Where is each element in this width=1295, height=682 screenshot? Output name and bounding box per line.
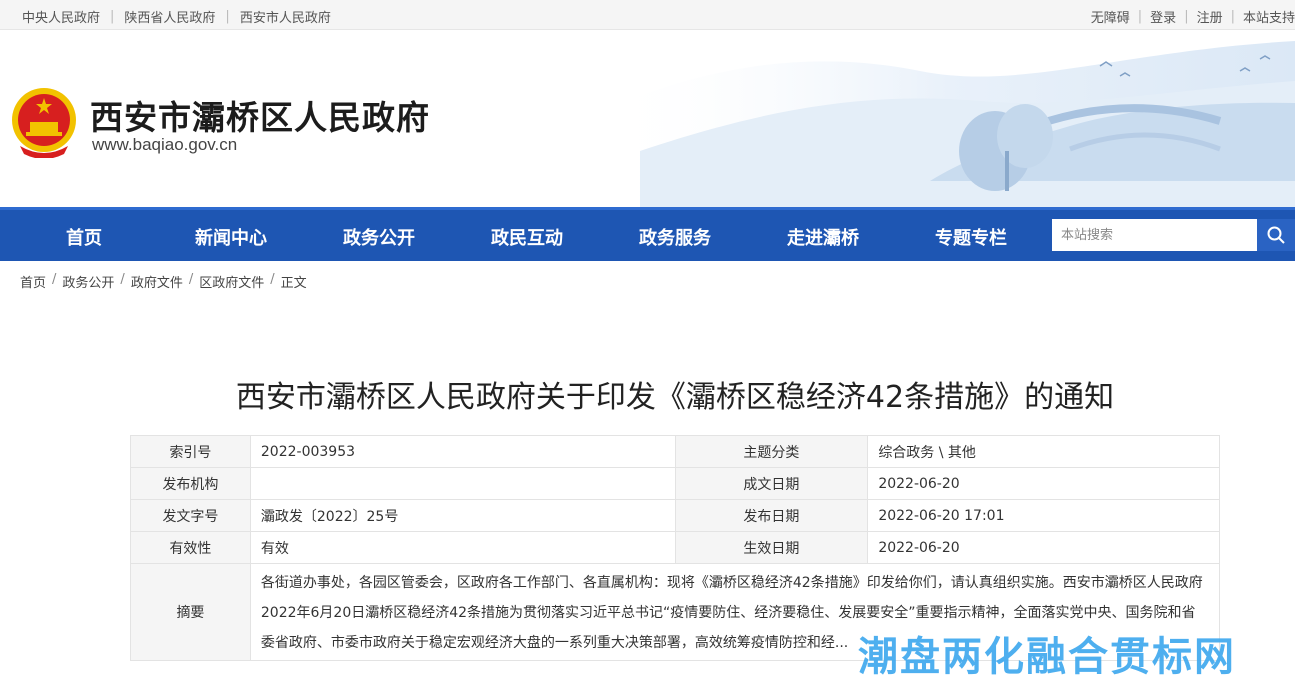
nav-item-news[interactable]: 新闻中心 — [195, 224, 267, 250]
topic-label: 主题分类 — [674, 435, 869, 468]
breadcrumb: 首页 / 政务公开 / 政府文件 / 区政府文件 / 正文 — [20, 272, 307, 291]
published-label: 发布日期 — [674, 499, 869, 532]
login-link[interactable]: 登录 — [1150, 7, 1176, 26]
docno-value: 灞政发〔2022〕25号 — [249, 499, 676, 532]
site-support-link[interactable]: 本站支持 — [1243, 7, 1295, 26]
divider: | — [110, 9, 115, 24]
nav-item-home[interactable]: 首页 — [66, 224, 102, 250]
watermark-text: 潮盘两化融合贯标网 — [858, 634, 1236, 680]
effective-label: 生效日期 — [674, 531, 869, 564]
breadcrumb-district-docs[interactable]: 区政府文件 — [199, 272, 264, 291]
site-header: 西安市灞桥区人民政府 www.baqiao.gov.cn — [0, 31, 1295, 207]
national-emblem-icon — [12, 88, 76, 158]
nav-item-about[interactable]: 走进灞桥 — [787, 224, 859, 250]
table-row: 发文字号 灞政发〔2022〕25号 发布日期 2022-06-20 17:01 — [130, 499, 1220, 532]
site-title[interactable]: 西安市灞桥区人民政府 — [90, 91, 430, 139]
index-label: 索引号 — [130, 435, 251, 468]
divider: | — [1137, 9, 1143, 24]
link-xian-gov[interactable]: 西安市人民政府 — [240, 7, 331, 26]
breadcrumb-separator: / — [270, 272, 275, 287]
effective-value: 2022-06-20 — [867, 531, 1220, 564]
search-icon — [1267, 226, 1285, 244]
top-links-left: 中央人民政府 | 陕西省人民政府 | 西安市人民政府 — [22, 7, 331, 26]
register-link[interactable]: 注册 — [1197, 7, 1223, 26]
divider: | — [225, 9, 230, 24]
breadcrumb-home[interactable]: 首页 — [20, 272, 46, 291]
abstract-label: 摘要 — [130, 563, 251, 661]
created-value: 2022-06-20 — [867, 467, 1220, 500]
landscape-banner — [600, 41, 1295, 207]
site-url: www.baqiao.gov.cn — [92, 135, 238, 154]
nav-item-interaction[interactable]: 政民互动 — [491, 224, 563, 250]
breadcrumb-separator: / — [188, 272, 194, 287]
search-button[interactable] — [1257, 219, 1295, 251]
org-label: 发布机构 — [130, 467, 251, 500]
validity-label: 有效性 — [130, 531, 251, 564]
org-value — [249, 467, 676, 500]
table-row: 有效性 有效 生效日期 2022-06-20 — [130, 531, 1220, 564]
published-value: 2022-06-20 17:01 — [867, 499, 1220, 532]
link-shaanxi-gov[interactable]: 陕西省人民政府 — [124, 7, 215, 26]
table-row: 索引号 2022-003953 主题分类 综合政务 \ 其他 — [130, 435, 1220, 468]
main-nav: 首页 新闻中心 政务公开 政民互动 政务服务 走进灞桥 专题专栏 — [0, 207, 1295, 261]
divider: | — [1230, 9, 1235, 24]
breadcrumb-gov-affairs[interactable]: 政务公开 — [62, 272, 114, 291]
breadcrumb-separator: / — [120, 272, 125, 287]
nav-item-gov-affairs[interactable]: 政务公开 — [343, 224, 415, 250]
top-links-right: 无障碍 | 登录 | 注册 | 本站支持 — [1091, 7, 1295, 26]
breadcrumb-current: 正文 — [280, 276, 307, 291]
nav-item-special[interactable]: 专题专栏 — [935, 224, 1007, 250]
accessibility-link[interactable]: 无障碍 — [1091, 7, 1130, 26]
breadcrumb-gov-docs[interactable]: 政府文件 — [131, 272, 183, 291]
page-title: 西安市灞桥区人民政府关于印发《灞桥区稳经济42条措施》的通知 — [235, 380, 1115, 415]
created-label: 成文日期 — [674, 467, 869, 500]
table-row: 发布机构 成文日期 2022-06-20 — [130, 467, 1220, 500]
validity-value: 有效 — [249, 531, 676, 564]
breadcrumb-separator: / — [52, 272, 57, 287]
nav-item-services[interactable]: 政务服务 — [639, 224, 711, 250]
docno-label: 发文字号 — [130, 499, 251, 532]
link-central-gov[interactable]: 中央人民政府 — [22, 7, 100, 26]
search-input[interactable] — [1052, 219, 1257, 251]
index-value: 2022-003953 — [249, 435, 676, 468]
top-bar: 中央人民政府 | 陕西省人民政府 | 西安市人民政府 无障碍 | 登录 | 注册… — [0, 0, 1295, 30]
topic-value: 综合政务 \ 其他 — [867, 435, 1220, 468]
divider: | — [1184, 9, 1189, 24]
